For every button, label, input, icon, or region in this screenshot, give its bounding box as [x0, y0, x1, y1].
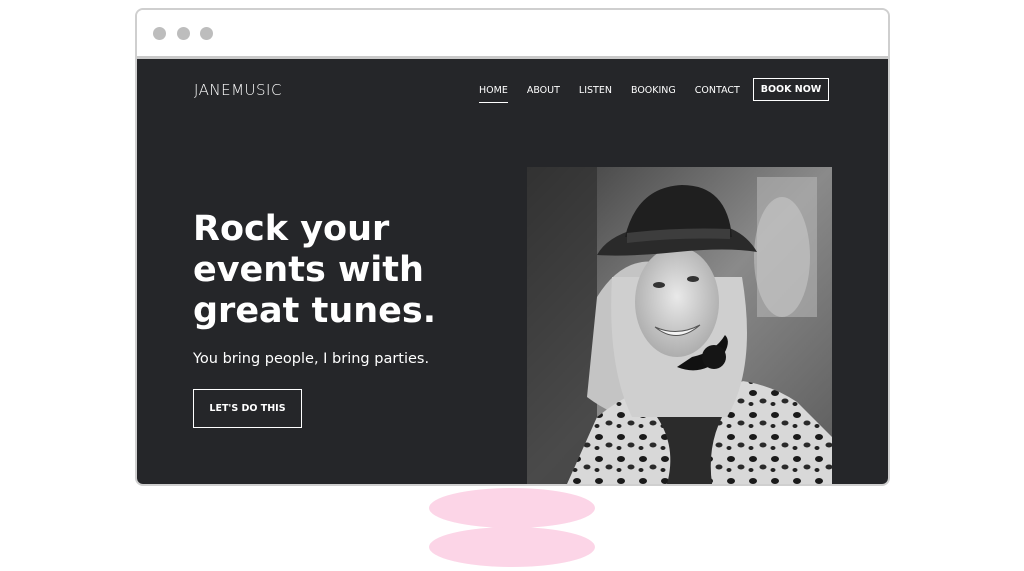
site-logo[interactable]: JANEMUSIC [194, 81, 282, 99]
woman-in-hat-portrait-image [527, 167, 832, 484]
decorative-pink-blob [429, 488, 595, 528]
nav-item-about[interactable]: ABOUT [527, 85, 560, 96]
main-nav: HOME ABOUT LISTEN BOOKING CONTACT [479, 85, 759, 103]
window-dot-icon [153, 27, 166, 40]
decorative-pink-blob [429, 527, 595, 567]
hero-photo [527, 167, 832, 484]
lets-do-this-button[interactable]: LET'S DO THIS [193, 389, 302, 428]
window-dot-icon [177, 27, 190, 40]
browser-window: JANEMUSIC HOME ABOUT LISTEN BOOKING CONT… [135, 8, 890, 486]
hero-subtitle: You bring people, I bring parties. [193, 351, 430, 367]
website-page: JANEMUSIC HOME ABOUT LISTEN BOOKING CONT… [137, 59, 888, 484]
nav-item-booking[interactable]: BOOKING [631, 85, 676, 96]
browser-titlebar [137, 10, 888, 59]
nav-item-listen[interactable]: LISTEN [579, 85, 612, 96]
book-now-button[interactable]: BOOK NOW [753, 78, 829, 101]
hero-title: Rock your events with great tunes. [193, 209, 437, 331]
nav-item-contact[interactable]: CONTACT [695, 85, 740, 96]
window-dot-icon [200, 27, 213, 40]
nav-item-home[interactable]: HOME [479, 85, 508, 103]
